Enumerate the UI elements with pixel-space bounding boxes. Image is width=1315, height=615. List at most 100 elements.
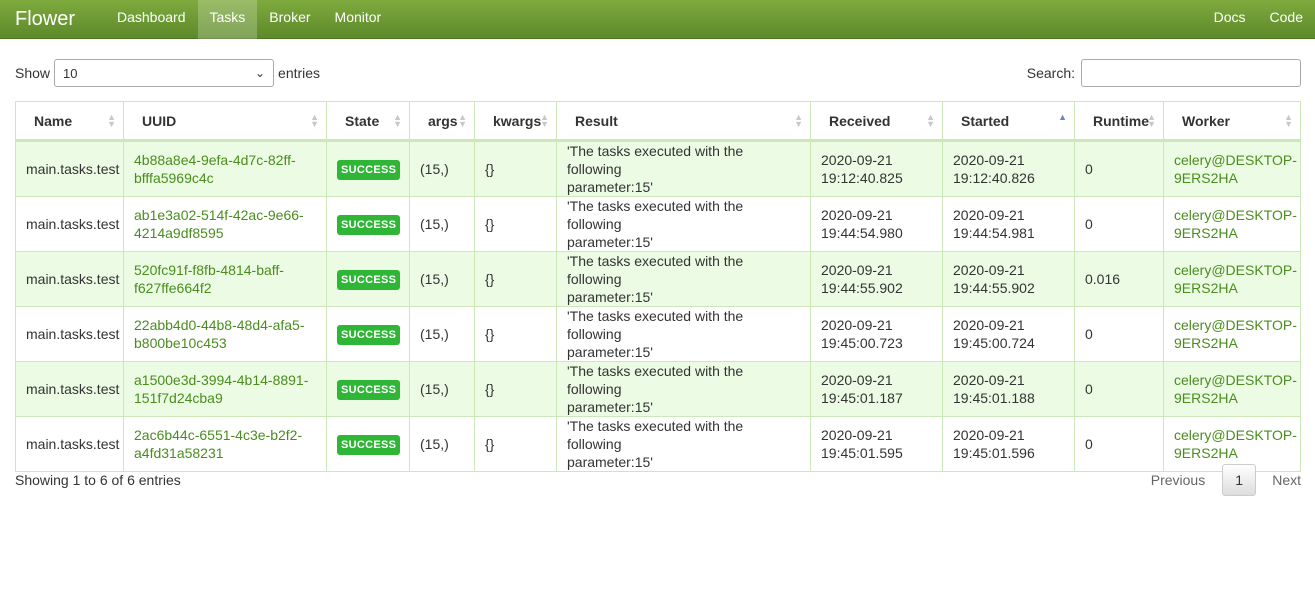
table-row: main.tasks.test 22abb4d0-44b8-48d4-afa5- b… [15,306,1301,362]
cell-state: SUCCESS [326,361,410,417]
task-uuid-link[interactable]: a1500e3d-3994-4b14-8891- 151f7d24cba9 [134,372,308,406]
cell-started: 2020-09-21 19:45:01.188 [942,361,1075,417]
search-input[interactable] [1081,59,1301,87]
search-control: Search: [1027,59,1301,87]
nav-dashboard[interactable]: Dashboard [105,0,198,39]
task-uuid-link[interactable]: 22abb4d0-44b8-48d4-afa5- b800be10c453 [134,317,304,351]
cell-uuid[interactable]: 22abb4d0-44b8-48d4-afa5- b800be10c453 [123,306,327,362]
tasks-table: Name ▲ ▼ UUID ▲ ▼ State ▲ ▼ args ▲ ▼ kwargs ▲ ▼ Re… [15,101,1301,472]
worker-link[interactable]: celery@DESKTOP- 9ERS2HA [1174,207,1297,241]
column-header-kwargs[interactable]: kwargs ▲ ▼ [474,101,557,142]
cell-uuid[interactable]: 4b88a8e4-9efa-4d7c-82ff-bfffa5969c4c [123,140,327,197]
sort-icon: ▲ ▼ [1284,112,1293,129]
sort-icon: ▲ ▼ [540,112,549,129]
column-header-result[interactable]: Result ▲ ▼ [556,101,811,142]
entries-label: entries [278,65,321,81]
table-info: Showing 1 to 6 of 6 entries [15,472,181,488]
table-header-row: Name ▲ ▼ UUID ▲ ▼ State ▲ ▼ args ▲ ▼ kwargs ▲ ▼ Re… [15,101,1301,142]
task-uuid-link[interactable]: 520fc91f-f8fb-4814-baff-f627ffe664f2 [134,262,284,296]
cell-state: SUCCESS [326,196,410,252]
cell-uuid[interactable]: a1500e3d-3994-4b14-8891- 151f7d24cba9 [123,361,327,417]
task-uuid-link[interactable]: ab1e3a02-514f-42ac-9e66- 4214a9df8595 [134,207,304,241]
previous-button[interactable]: Previous [1134,472,1222,488]
page-length-select[interactable]: 10 ⌄ [54,59,275,87]
cell-started: 2020-09-21 19:12:40.826 [942,140,1075,197]
navbar: Flower Dashboard Tasks Broker Monitor Do… [0,0,1315,39]
page-length-value: 10 [63,65,78,81]
table-row: main.tasks.test a1500e3d-3994-4b14-8891- 1… [15,361,1301,417]
worker-link[interactable]: celery@DESKTOP- 9ERS2HA [1174,427,1297,461]
sort-icon: ▲ ▼ [310,112,319,129]
cell-kwargs: {} [474,306,557,362]
nav-tasks[interactable]: Tasks [197,0,258,39]
worker-link[interactable]: celery@DESKTOP- 9ERS2HA [1174,152,1297,186]
cell-received: 2020-09-21 19:45:01.187 [810,361,943,417]
cell-args: (15,) [409,140,475,197]
task-uuid-link[interactable]: 4b88a8e4-9efa-4d7c-82ff-bfffa5969c4c [134,152,296,186]
cell-worker[interactable]: celery@DESKTOP- 9ERS2HA [1163,140,1301,197]
brand-logo[interactable]: Flower [0,8,105,31]
column-header-args[interactable]: args ▲ ▼ [409,101,475,142]
sort-ascending-icon: ▲ [1058,112,1067,122]
column-header-started[interactable]: Started ▲ [942,101,1075,142]
cell-started: 2020-09-21 19:44:54.981 [942,196,1075,252]
cell-kwargs: {} [474,251,557,307]
task-uuid-link[interactable]: 2ac6b44c-6551-4c3e-b2f2- a4fd31a58231 [134,427,302,461]
cell-args: (15,) [409,416,475,472]
column-header-state[interactable]: State ▲ ▼ [326,101,410,142]
cell-name: main.tasks.test [15,140,124,197]
cell-args: (15,) [409,306,475,362]
status-badge: SUCCESS [337,214,401,235]
nav-monitor[interactable]: Monitor [323,0,394,39]
cell-received: 2020-09-21 19:45:00.723 [810,306,943,362]
column-header-received[interactable]: Received ▲ ▼ [810,101,943,142]
cell-uuid[interactable]: 520fc91f-f8fb-4814-baff-f627ffe664f2 [123,251,327,307]
worker-link[interactable]: celery@DESKTOP- 9ERS2HA [1174,262,1297,296]
sort-icon: ▲ ▼ [926,112,935,129]
pagination: Previous 1 Next [1134,464,1301,496]
cell-result: 'The tasks executed with the following pa… [556,306,811,362]
cell-started: 2020-09-21 19:44:55.902 [942,251,1075,307]
column-header-uuid[interactable]: UUID ▲ ▼ [123,101,327,142]
cell-uuid[interactable]: ab1e3a02-514f-42ac-9e66- 4214a9df8595 [123,196,327,252]
page-button-current[interactable]: 1 [1222,464,1257,496]
cell-result: 'The tasks executed with the following pa… [556,251,811,307]
next-button[interactable]: Next [1256,472,1301,488]
column-header-runtime[interactable]: Runtime ▲ ▼ [1074,101,1164,142]
cell-worker[interactable]: celery@DESKTOP- 9ERS2HA [1163,251,1301,307]
cell-name: main.tasks.test [15,361,124,417]
column-header-worker[interactable]: Worker ▲ ▼ [1163,101,1301,142]
status-badge: SUCCESS [337,434,401,455]
sort-icon: ▲ ▼ [458,112,467,129]
cell-runtime: 0 [1074,306,1164,362]
status-badge: SUCCESS [337,379,401,400]
cell-worker[interactable]: celery@DESKTOP- 9ERS2HA [1163,196,1301,252]
nav-right: Docs Code [1202,0,1315,39]
sort-icon: ▲ ▼ [794,112,803,129]
cell-worker[interactable]: celery@DESKTOP- 9ERS2HA [1163,306,1301,362]
status-badge: SUCCESS [337,159,401,180]
table-row: main.tasks.test 4b88a8e4-9efa-4d7c-82ff-b… [15,140,1301,197]
cell-result: 'The tasks executed with the following pa… [556,361,811,417]
cell-name: main.tasks.test [15,306,124,362]
sort-icon: ▲ ▼ [1147,112,1156,129]
cell-args: (15,) [409,251,475,307]
nav-code[interactable]: Code [1258,0,1315,39]
table-row: main.tasks.test 2ac6b44c-6551-4c3e-b2f2- a… [15,416,1301,472]
cell-result: 'The tasks executed with the following pa… [556,196,811,252]
cell-worker[interactable]: celery@DESKTOP- 9ERS2HA [1163,361,1301,417]
cell-name: main.tasks.test [15,196,124,252]
chevron-down-icon: ⌄ [254,66,266,80]
worker-link[interactable]: celery@DESKTOP- 9ERS2HA [1174,317,1297,351]
nav-broker[interactable]: Broker [257,0,322,39]
table-body: main.tasks.test 4b88a8e4-9efa-4d7c-82ff-b… [15,140,1301,472]
column-header-name[interactable]: Name ▲ ▼ [15,101,124,142]
cell-kwargs: {} [474,416,557,472]
worker-link[interactable]: celery@DESKTOP- 9ERS2HA [1174,372,1297,406]
table-row: main.tasks.test ab1e3a02-514f-42ac-9e66- 4… [15,196,1301,252]
nav-docs[interactable]: Docs [1202,0,1258,39]
cell-received: 2020-09-21 19:12:40.825 [810,140,943,197]
cell-uuid[interactable]: 2ac6b44c-6551-4c3e-b2f2- a4fd31a58231 [123,416,327,472]
status-badge: SUCCESS [337,269,401,290]
cell-name: main.tasks.test [15,251,124,307]
